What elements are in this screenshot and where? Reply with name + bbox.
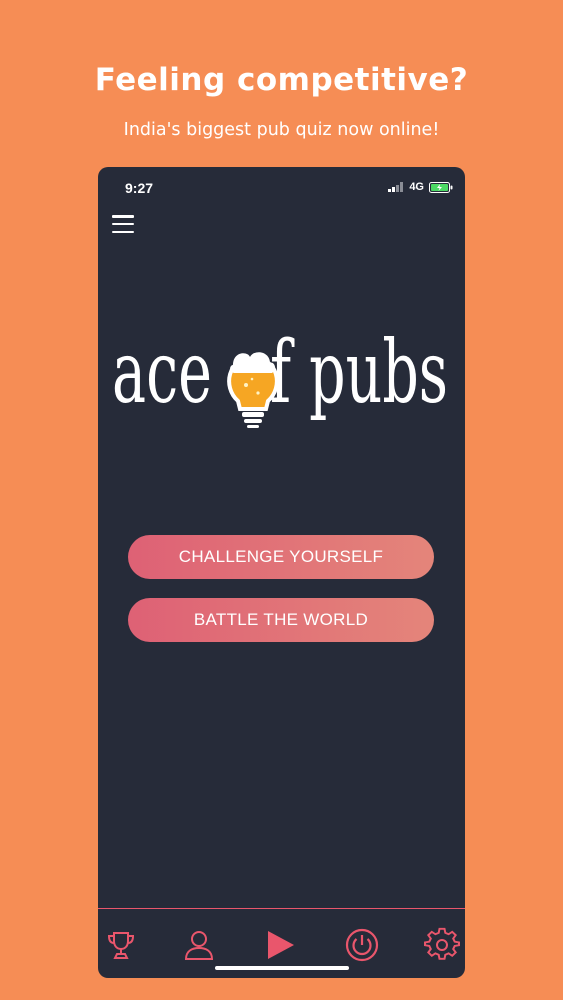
- logo-text-pubs: f pubs: [270, 323, 448, 423]
- tab-play[interactable]: [262, 927, 298, 963]
- challenge-yourself-button[interactable]: CHALLENGE YOURSELF: [128, 535, 434, 579]
- promo-subline: India's biggest pub quiz now online!: [123, 120, 440, 140]
- battery-charging-icon: [429, 181, 453, 193]
- promo-headline: Feeling competitive?: [94, 62, 469, 98]
- tab-logout[interactable]: [344, 927, 380, 963]
- tab-leaderboard[interactable]: [103, 927, 139, 963]
- network-type: 4G: [409, 181, 424, 193]
- tab-profile[interactable]: [181, 927, 217, 963]
- play-icon: [268, 931, 294, 959]
- battle-the-world-button[interactable]: BATTLE THE WORLD: [128, 598, 434, 642]
- tab-settings[interactable]: [424, 927, 460, 963]
- power-icon: [345, 928, 379, 962]
- trophy-icon: [107, 932, 135, 959]
- ace-of-pubs-logo: ace f pubs: [112, 323, 448, 428]
- hamburger-menu-icon[interactable]: [112, 215, 134, 233]
- home-indicator: [215, 966, 349, 970]
- status-icons: 4G: [388, 181, 453, 193]
- bottom-tab-bar: [98, 908, 465, 978]
- signal-icon: [388, 182, 404, 192]
- status-bar: 9:27 4G: [98, 179, 465, 199]
- user-icon: [184, 931, 214, 960]
- gear-icon: [424, 927, 460, 960]
- logo-text-ace: ace: [112, 323, 212, 423]
- phone-screen: 9:27 4G ace f pubs CHALLENGE YOURSELF BA…: [98, 167, 465, 978]
- status-time: 9:27: [125, 180, 154, 196]
